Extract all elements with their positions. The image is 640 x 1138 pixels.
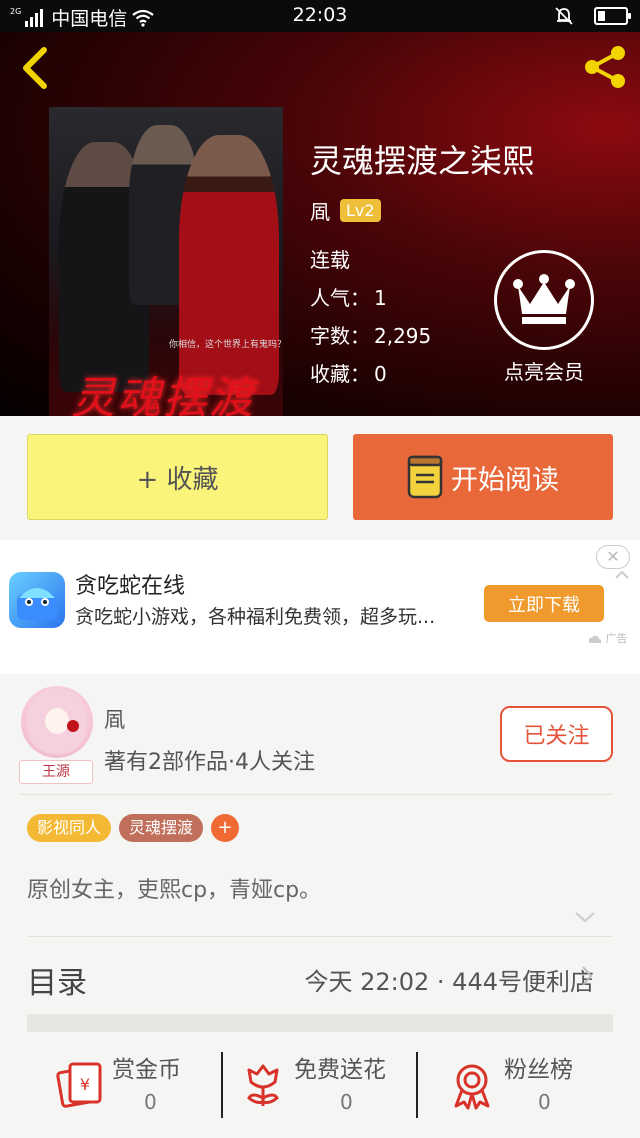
status-bar: 2G 中国电信 22:03 (0, 0, 640, 32)
popularity-value: 1 (374, 286, 387, 310)
svg-text:¥: ¥ (80, 1075, 90, 1094)
reward-coins[interactable]: ¥ 赏金币 0 (56, 1050, 216, 1130)
cover-tagline: 你相信，这个世界上有鬼吗？ (169, 340, 283, 350)
favorites-label: 收藏： (310, 362, 370, 386)
author-stats: 著有2部作品·4人关注 (104, 750, 315, 775)
avatar-frame-tag: 王源 (19, 760, 93, 784)
cover-title-art: 灵魂摆渡 (71, 373, 255, 416)
word-count-label: 字数： (310, 324, 370, 348)
ad-description: 贪吃蛇小游戏，各种福利免费领，超多玩... (75, 606, 436, 628)
add-tag-button[interactable]: + (211, 814, 240, 842)
battery-fill (598, 11, 605, 21)
avatar-face (45, 708, 69, 734)
send-flowers[interactable]: 免费送花 0 (244, 1050, 414, 1130)
divider (221, 1052, 223, 1118)
section-separator (27, 1014, 613, 1032)
battery-icon (594, 7, 631, 25)
avatar-rose (67, 720, 79, 732)
send-flowers-value: 0 (340, 1090, 353, 1114)
word-count-value: 2,295 (374, 324, 432, 348)
book-title: 灵魂摆渡之柒熙 (310, 142, 535, 180)
word-count: 字数： 2,295 (310, 320, 431, 349)
ad-banner[interactable]: 贪吃蛇在线 贪吃蛇小游戏，各种福利免费领，超多玩... 立即下载 ✕ 广告 (0, 540, 640, 674)
tag-film-fanfic[interactable]: 影视同人 (27, 814, 112, 842)
tag-list: 影视同人 灵魂摆渡 + (27, 814, 240, 842)
divider (27, 936, 613, 937)
chevron-down-icon[interactable] (574, 910, 596, 924)
popularity-label: 人气： (310, 286, 370, 310)
fan-ranking-label: 粉丝榜 (504, 1057, 573, 1083)
serial-status: 连载 (310, 248, 350, 272)
share-icon[interactable] (580, 42, 630, 92)
status-right (554, 6, 631, 26)
author-section: 王源 凮 著有2部作品·4人关注 已关注 影视同人 灵魂摆渡 + 原创女主，吏熙… (0, 676, 640, 1138)
fan-ranking[interactable]: 粉丝榜 0 (452, 1050, 602, 1130)
book-icon (407, 455, 443, 499)
status-time: 22:03 (292, 4, 348, 26)
start-reading-label: 开始阅读 (451, 464, 559, 496)
ad-tag: 广告 (588, 630, 628, 646)
book-description: 原创女主，吏熙cp，青娅cp。 (27, 878, 322, 903)
book-cover[interactable]: 你相信，这个世界上有鬼吗？ 灵魂摆渡 (49, 107, 283, 416)
chevron-up-icon[interactable] (614, 570, 630, 580)
vip-label: 点亮会员 (504, 360, 584, 384)
collect-button[interactable]: + 收藏 (27, 434, 328, 520)
tag-soul-ferry[interactable]: 灵魂摆渡 (119, 814, 204, 842)
reward-coins-value: 0 (144, 1090, 157, 1114)
medal-icon (454, 1064, 490, 1110)
cloud-icon (588, 635, 602, 643)
divider (416, 1052, 418, 1118)
ad-title: 贪吃蛇在线 (75, 574, 186, 599)
red-envelope-icon: ¥ (56, 1062, 102, 1108)
flower-icon (247, 1064, 279, 1106)
divider (20, 794, 613, 795)
book-hero: 你相信，这个世界上有鬼吗？ 灵魂摆渡 灵魂摆渡之柒熙 凮 Lv2 连载 人气： 1… (0, 32, 640, 416)
cover-figure (179, 135, 279, 395)
reward-coins-label: 赏金币 (112, 1057, 181, 1083)
ad-close-icon[interactable]: ✕ (596, 545, 630, 569)
reward-stats: ¥ 赏金币 0 免费送花 0 粉丝榜 0 (0, 1050, 640, 1130)
level-badge: Lv2 (340, 199, 381, 222)
follow-button[interactable]: 已关注 (500, 706, 613, 762)
favorites-value: 0 (374, 362, 387, 386)
send-flowers-label: 免费送花 (294, 1057, 386, 1083)
start-reading-button[interactable]: 开始阅读 (353, 434, 613, 520)
author-name[interactable]: 凮 (310, 196, 330, 225)
author-name-secondary[interactable]: 凮 (104, 704, 125, 734)
bell-muted-icon (555, 7, 573, 25)
author-line: 凮 Lv2 (310, 196, 381, 225)
back-icon[interactable] (14, 44, 58, 92)
favorites-count: 收藏： 0 (310, 358, 387, 387)
author-avatar[interactable] (21, 686, 93, 758)
popularity: 人气： 1 (310, 282, 387, 311)
ad-download-button[interactable]: 立即下载 (484, 585, 604, 622)
chevron-right-icon[interactable] (580, 964, 594, 988)
ad-tag-label: 广告 (605, 632, 628, 645)
snake-game-icon (9, 572, 65, 628)
crown-icon (494, 250, 594, 350)
latest-chapter[interactable]: 今天 22:02 · 444号便利店 (305, 962, 595, 997)
catalog-label[interactable]: 目录 (27, 958, 87, 1002)
vip-button[interactable]: 点亮会员 (492, 250, 596, 385)
fan-ranking-value: 0 (538, 1090, 551, 1114)
